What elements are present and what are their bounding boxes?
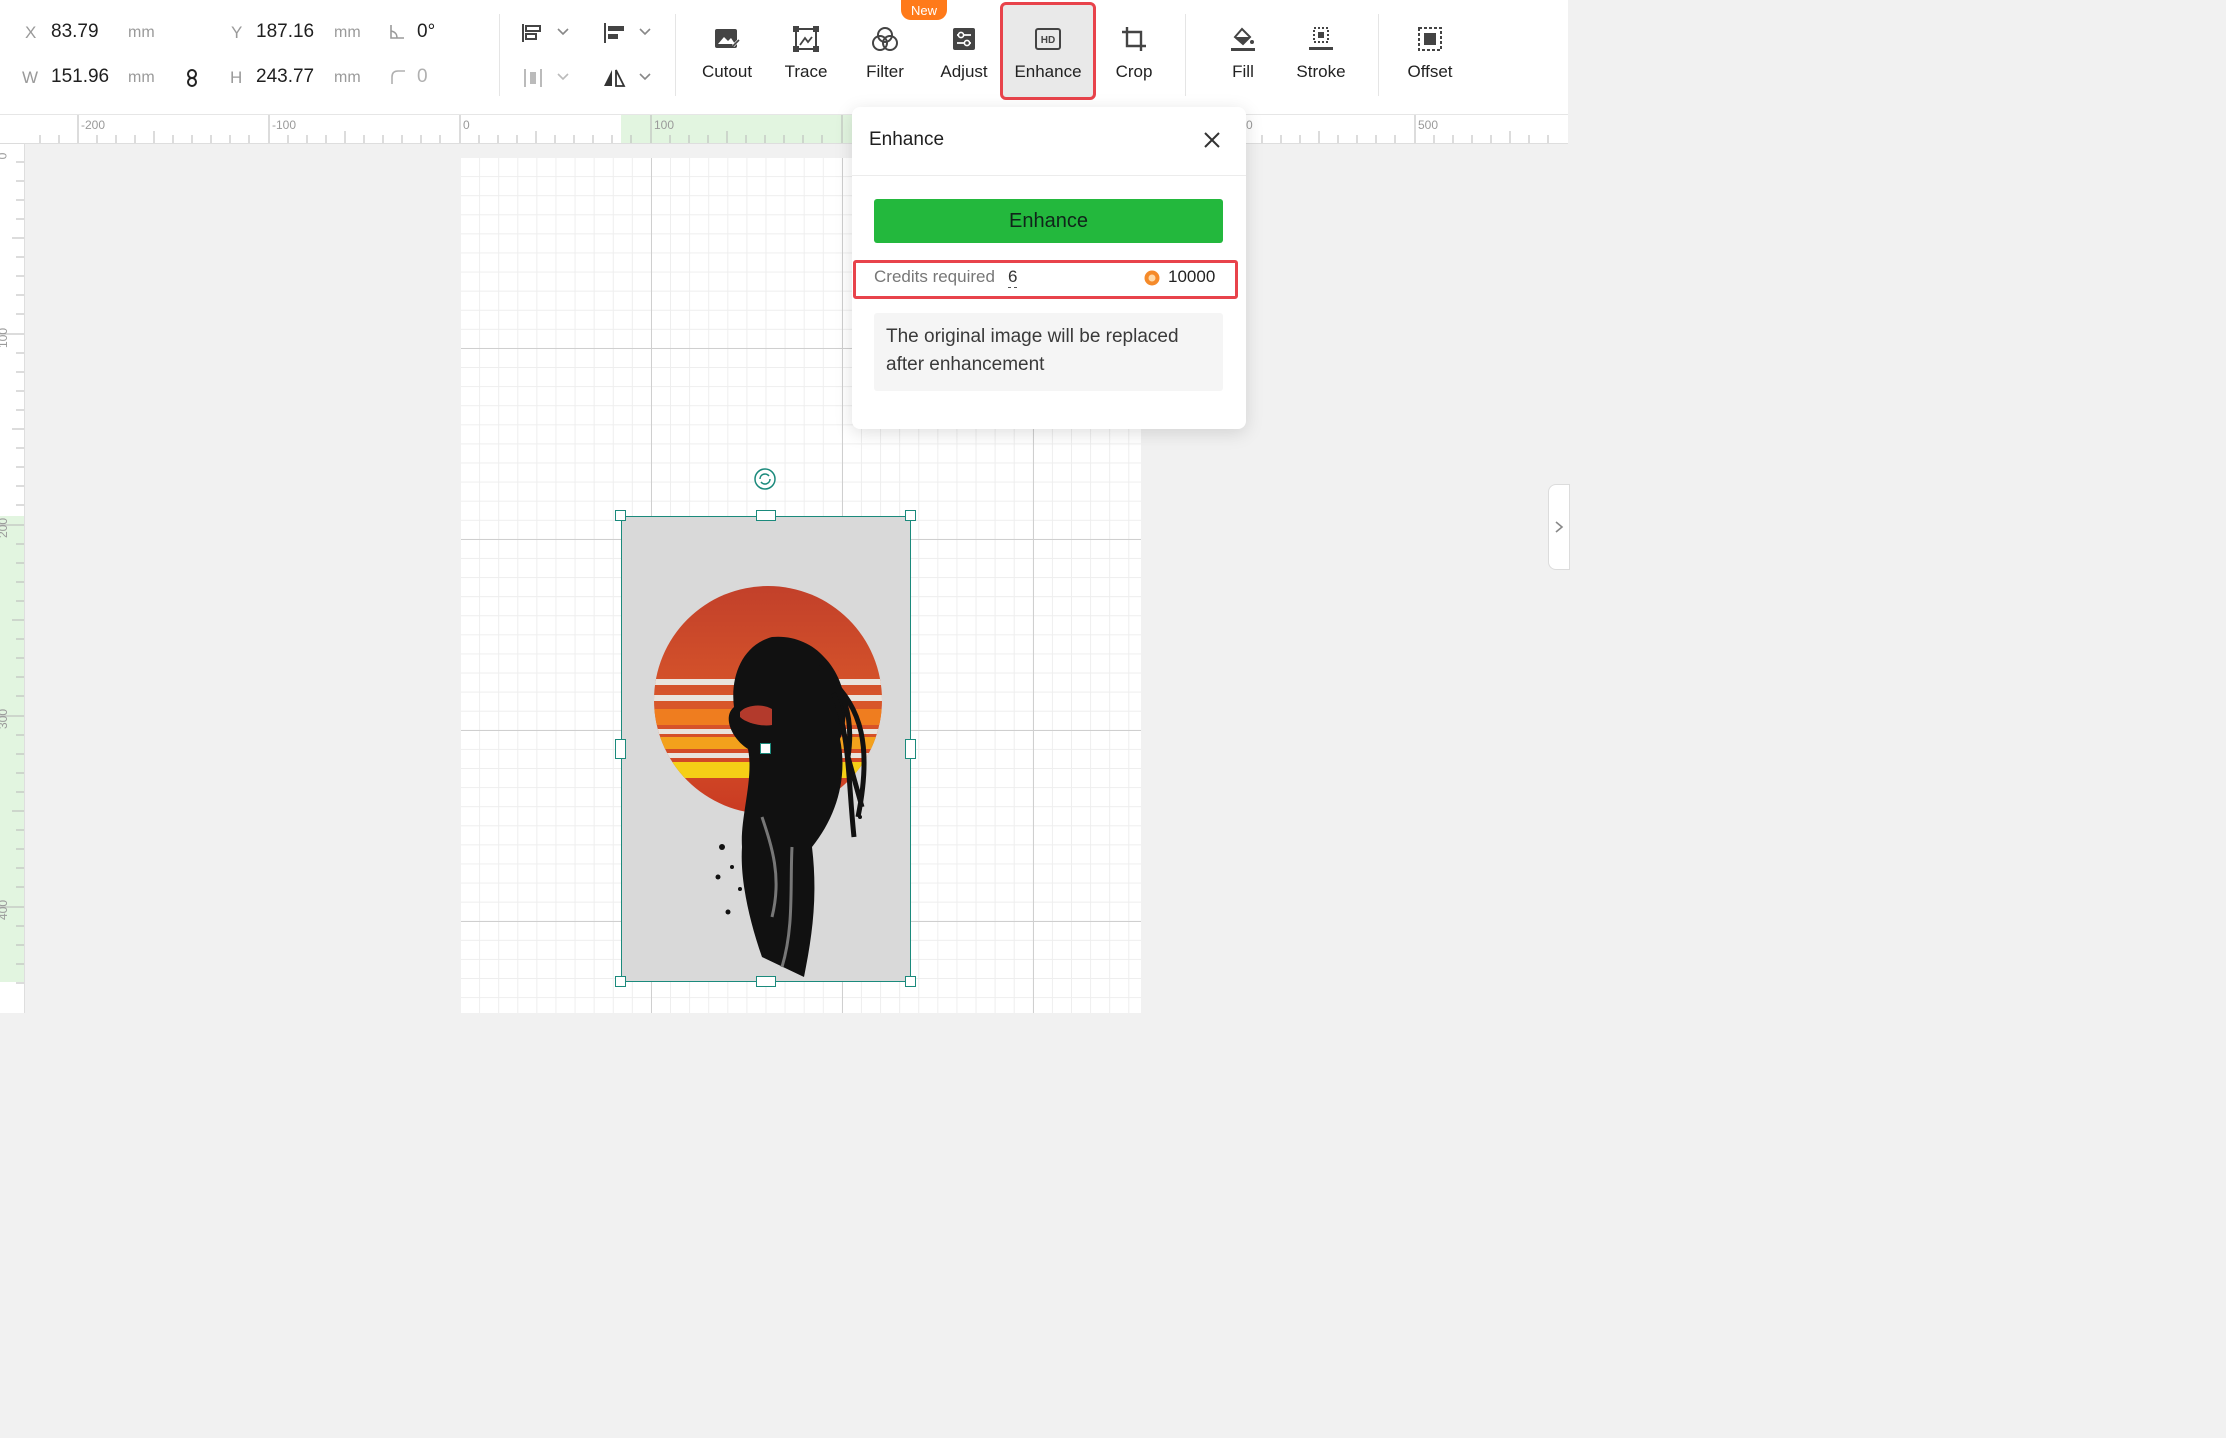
tool-label: Fill xyxy=(1232,62,1254,81)
y-label: Y xyxy=(231,23,243,42)
close-icon[interactable] xyxy=(1201,129,1223,151)
ruler-label: -200 xyxy=(81,118,106,132)
resize-handle-ne[interactable] xyxy=(905,510,916,521)
crop-icon xyxy=(1119,24,1149,54)
offset-icon xyxy=(1415,24,1445,54)
h-label: H xyxy=(230,68,243,87)
tool-adjust[interactable]: Adjust xyxy=(934,0,994,104)
y-field[interactable]: 187.16 xyxy=(256,21,314,43)
cutout-icon xyxy=(712,24,742,54)
ruler-label: 0 xyxy=(0,153,9,160)
resize-handle-se[interactable] xyxy=(905,976,916,987)
flip-icon[interactable] xyxy=(601,66,627,90)
chevron-down-icon[interactable] xyxy=(637,25,653,39)
ruler-label: 300 xyxy=(0,708,11,730)
chevron-down-icon[interactable] xyxy=(555,70,571,84)
x-unit: mm xyxy=(128,24,155,41)
ruler-ticks xyxy=(0,143,24,984)
ruler-label: 0 xyxy=(463,118,470,132)
trace-icon xyxy=(791,24,821,54)
rotate-handle-icon[interactable] xyxy=(752,466,778,492)
rotation-field[interactable]: 0° xyxy=(417,21,435,43)
top-toolbar: X 83.79 mm Y 187.16 mm 0° W 151.96 mm H … xyxy=(0,0,1568,115)
resize-handle-s[interactable] xyxy=(756,976,776,987)
ruler-label: 0 xyxy=(1246,118,1253,132)
vertical-ruler: 0 100 200 300 400 xyxy=(0,143,25,1013)
lock-ratio-icon[interactable] xyxy=(183,67,201,89)
height-field[interactable]: 243.77 xyxy=(256,66,314,88)
ruler-label: 500 xyxy=(1418,118,1439,132)
tool-fill[interactable]: Fill xyxy=(1222,0,1264,104)
tool-stroke[interactable]: Stroke xyxy=(1292,0,1350,104)
x-field[interactable]: 83.79 xyxy=(51,21,99,43)
center-handle[interactable] xyxy=(760,743,771,754)
divider xyxy=(1185,14,1186,96)
tool-label: Trace xyxy=(784,62,828,81)
right-panel-toggle[interactable] xyxy=(1548,484,1570,570)
tool-label: Enhance xyxy=(1014,62,1082,81)
adjust-icon xyxy=(949,24,979,54)
panel-divider xyxy=(852,175,1246,176)
arrange-icon[interactable] xyxy=(519,21,545,45)
ruler-label: 200 xyxy=(0,517,11,539)
ruler-ticks xyxy=(39,115,1549,143)
tool-label: Stroke xyxy=(1296,62,1346,81)
chevron-down-icon[interactable] xyxy=(637,70,653,84)
x-label: X xyxy=(25,23,37,42)
tool-cutout[interactable]: Cutout xyxy=(694,0,760,104)
divider xyxy=(675,14,676,96)
tool-label: Offset xyxy=(1407,62,1453,81)
resize-handle-sw[interactable] xyxy=(615,976,626,987)
stroke-icon xyxy=(1306,24,1336,54)
enhance-button[interactable]: Enhance xyxy=(874,199,1223,243)
angle-icon xyxy=(387,22,407,42)
distribute-icon[interactable] xyxy=(520,66,546,90)
chevron-right-icon xyxy=(1551,519,1567,535)
align-left-icon[interactable] xyxy=(601,21,627,45)
w-unit: mm xyxy=(128,69,155,86)
resize-handle-n[interactable] xyxy=(756,510,776,521)
svg-text:HD: HD xyxy=(1041,35,1055,46)
ruler-label: 400 xyxy=(0,899,11,921)
width-field[interactable]: 151.96 xyxy=(51,66,109,88)
resize-handle-nw[interactable] xyxy=(615,510,626,521)
tool-label: Crop xyxy=(1115,62,1153,81)
divider xyxy=(1378,14,1379,96)
tool-label: Adjust xyxy=(940,62,988,81)
tool-label: Cutout xyxy=(701,62,753,81)
ruler-label: 100 xyxy=(654,118,675,132)
horizontal-ruler: -200 -100 0 100 0 500 xyxy=(0,115,1568,144)
divider xyxy=(499,14,500,96)
tool-label: Filter xyxy=(866,62,904,81)
corner-radius-icon xyxy=(388,67,408,87)
tool-crop[interactable]: Crop xyxy=(1110,0,1158,104)
filter-icon xyxy=(870,24,900,54)
y-unit: mm xyxy=(334,24,361,41)
resize-handle-e[interactable] xyxy=(905,739,916,759)
radius-field[interactable]: 0 xyxy=(417,66,428,88)
w-label: W xyxy=(22,68,39,87)
ruler-label: -100 xyxy=(272,118,297,132)
resize-handle-w[interactable] xyxy=(615,739,626,759)
panel-title: Enhance xyxy=(869,129,945,150)
fill-bucket-icon xyxy=(1228,24,1258,54)
hd-icon: HD xyxy=(1033,24,1063,54)
tool-trace[interactable]: Trace xyxy=(778,0,834,104)
h-unit: mm xyxy=(334,69,361,86)
enhance-note: The original image will be replaced afte… xyxy=(874,313,1223,391)
tool-enhance[interactable]: HD Enhance xyxy=(1005,0,1091,104)
chevron-down-icon[interactable] xyxy=(555,25,571,39)
credits-highlight xyxy=(853,260,1238,299)
tool-offset[interactable]: Offset xyxy=(1402,0,1458,104)
ruler-label: 100 xyxy=(0,327,11,349)
